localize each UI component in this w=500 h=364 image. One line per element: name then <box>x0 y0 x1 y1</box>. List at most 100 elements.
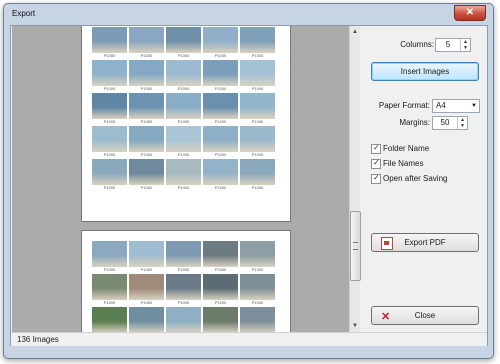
thumbnail-caption: P1000 <box>140 86 153 91</box>
thumbnail-caption: P1000 <box>103 152 116 157</box>
close-x-icon: ✕ <box>381 311 391 323</box>
thumbnail-caption: P1000 <box>214 300 227 305</box>
thumbnail-caption: P1000 <box>177 300 190 305</box>
thumbnail-caption: P1000 <box>251 300 264 305</box>
thumbnail: P1000 <box>240 27 275 60</box>
thumbnail-caption: P1000 <box>251 86 264 91</box>
thumbnail-caption: P1000 <box>177 152 190 157</box>
scroll-up-icon[interactable]: ▲ <box>351 28 359 36</box>
thumbnail-image <box>92 274 127 300</box>
thumbnail-image <box>92 27 127 53</box>
thumbnail-image <box>92 159 127 185</box>
spinner-arrows-icon[interactable]: ▲ ▼ <box>460 39 470 51</box>
dialog-client: P1000 P1000 P1000 P1000 P1000 P1000 P1000 P1000… <box>10 25 488 346</box>
thumbnail-caption: P1000 <box>214 185 227 190</box>
thumbnail-image <box>203 126 238 152</box>
chevron-down-icon: ▼ <box>471 103 477 109</box>
thumbnail-caption: P1000 <box>140 152 153 157</box>
margins-label: Margins: <box>399 118 430 127</box>
preview-page-2: P1000 P1000 P1000 P1000 P1000 P1000 P1000 P1000… <box>81 230 291 332</box>
thumbnail: P1000 <box>92 159 127 192</box>
export-pdf-label: Export PDF <box>404 238 446 247</box>
thumbnail-caption: P1000 <box>214 152 227 157</box>
thumbnail-image <box>129 159 164 185</box>
thumbnail-image <box>129 307 164 332</box>
check-icon: ✓ <box>373 158 380 167</box>
thumbnail-caption: P1000 <box>103 300 116 305</box>
thumbnail: P1000 <box>240 159 275 192</box>
thumbnail-caption: P1000 <box>103 119 116 124</box>
paper-format-select[interactable]: A4 ▼ <box>432 99 480 113</box>
export-pdf-button[interactable]: Export PDF <box>371 233 479 252</box>
thumbnail-image <box>240 307 275 332</box>
thumbnail: P1000 <box>166 307 201 332</box>
thumbnail-image <box>203 241 238 267</box>
thumbnail: P1000 <box>203 93 238 126</box>
columns-stepper[interactable]: 5 ▲ ▼ <box>435 38 471 52</box>
thumbnail-image <box>92 241 127 267</box>
thumbnail: P1000 <box>92 60 127 93</box>
scroll-thumb[interactable] <box>350 211 361 281</box>
vertical-scrollbar[interactable]: ▲ ▼ <box>349 26 361 332</box>
checkbox-box[interactable]: ✓ <box>371 158 381 169</box>
checkbox-box[interactable]: ✓ <box>371 173 381 184</box>
thumbnail-grid: P1000 P1000 P1000 P1000 P1000 P1000 P1000 P1000… <box>92 27 275 192</box>
image-count: 136 Images <box>17 335 59 344</box>
thumbnail-image <box>129 241 164 267</box>
window-close-button[interactable]: ✕ <box>454 5 486 21</box>
file-names-label: File Names <box>383 159 424 168</box>
thumbnail: P1000 <box>166 241 201 274</box>
thumbnail: P1000 <box>166 126 201 159</box>
paper-format-value: A4 <box>436 101 446 110</box>
columns-value: 5 <box>445 40 451 49</box>
thumbnail-image <box>92 93 127 119</box>
pdf-preview[interactable]: P1000 P1000 P1000 P1000 P1000 P1000 P1000 P1000… <box>12 26 349 332</box>
thumbnail-caption: P1000 <box>140 267 153 272</box>
thumbnail-caption: P1000 <box>251 119 264 124</box>
thumbnail-caption: P1000 <box>103 86 116 91</box>
thumbnail-caption: P1000 <box>251 152 264 157</box>
thumbnail-image <box>203 60 238 86</box>
thumbnail-image <box>203 307 238 332</box>
close-button[interactable]: ✕ Close <box>371 306 479 325</box>
thumbnail-caption: P1000 <box>177 86 190 91</box>
thumbnail-caption: P1000 <box>140 119 153 124</box>
thumbnail: P1000 <box>166 27 201 60</box>
thumbnail: P1000 <box>203 307 238 332</box>
grip-icon <box>353 242 358 250</box>
thumbnail: P1000 <box>240 60 275 93</box>
thumbnail-caption: P1000 <box>103 53 116 58</box>
thumbnail: P1000 <box>203 159 238 192</box>
thumbnail-image <box>203 27 238 53</box>
thumbnail: P1000 <box>129 274 164 307</box>
spinner-arrows-icon[interactable]: ▲ ▼ <box>457 117 467 129</box>
folder-name-label: Folder Name <box>383 144 430 153</box>
thumbnail: P1000 <box>240 126 275 159</box>
thumbnail-image <box>166 27 201 53</box>
title-bar: Export ✕ <box>4 4 493 24</box>
thumbnail: P1000 <box>240 307 275 332</box>
scroll-down-icon[interactable]: ▼ <box>351 322 359 330</box>
thumbnail-image <box>240 274 275 300</box>
thumbnail: P1000 <box>92 126 127 159</box>
thumbnail: P1000 <box>203 126 238 159</box>
thumbnail-caption: P1000 <box>251 185 264 190</box>
thumbnail-caption: P1000 <box>214 53 227 58</box>
export-dialog: Export ✕ P1000 P1000 P1000 P1000 P1000 P1000 P… <box>3 3 494 359</box>
open-after-saving-label: Open after Saving <box>383 174 448 183</box>
thumbnail: P1000 <box>129 93 164 126</box>
thumbnail-caption: P1000 <box>177 119 190 124</box>
thumbnail-caption: P1000 <box>214 267 227 272</box>
thumbnail-image <box>240 159 275 185</box>
thumbnail: P1000 <box>166 159 201 192</box>
margins-stepper[interactable]: 50 ▲ ▼ <box>432 116 468 130</box>
thumbnail-caption: P1000 <box>251 267 264 272</box>
check-icon: ✓ <box>373 173 380 182</box>
thumbnail-image <box>129 126 164 152</box>
thumbnail-grid: P1000 P1000 P1000 P1000 P1000 P1000 P1000 P1000… <box>92 241 275 332</box>
thumbnail: P1000 <box>129 126 164 159</box>
insert-images-button[interactable]: Insert Images <box>371 62 479 81</box>
thumbnail-image <box>166 60 201 86</box>
checkbox-box[interactable]: ✓ <box>371 143 381 154</box>
thumbnail: P1000 <box>240 93 275 126</box>
